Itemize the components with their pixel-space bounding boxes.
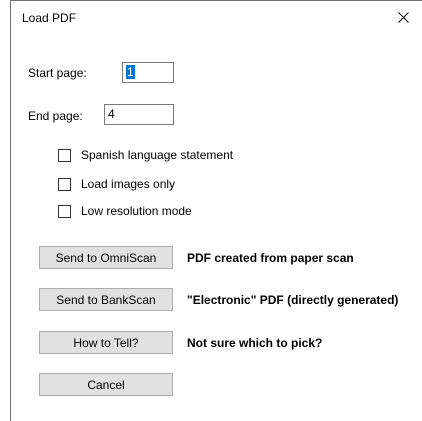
option-spanish-language[interactable]: Spanish language statement — [58, 147, 233, 163]
dialog-title: Load PDF — [22, 11, 77, 25]
start-page-input[interactable]: 1 — [122, 62, 174, 83]
how-to-tell-button[interactable]: How to Tell? — [39, 331, 173, 354]
omniscan-description: PDF created from paper scan — [187, 251, 354, 265]
close-icon — [397, 11, 409, 23]
spanish-language-checkbox[interactable] — [58, 148, 71, 162]
end-page-label: End page: — [28, 109, 83, 123]
start-page-value: 1 — [126, 65, 135, 79]
start-page-label: Start page: — [28, 66, 87, 80]
load-pdf-dialog: Load PDF Start page: 1 End page: 4 Spani… — [10, 0, 422, 421]
option-low-resolution[interactable]: Low resolution mode — [58, 203, 192, 219]
load-images-only-checkbox[interactable] — [58, 177, 71, 191]
load-images-only-label: Load images only — [81, 177, 176, 191]
end-page-value: 4 — [108, 107, 115, 121]
title-bar: Load PDF — [11, 0, 422, 36]
how-to-tell-description: Not sure which to pick? — [187, 336, 323, 350]
low-resolution-checkbox[interactable] — [58, 204, 71, 218]
spanish-language-label: Spanish language statement — [81, 148, 234, 162]
send-to-bankscan-button[interactable]: Send to BankScan — [39, 288, 173, 311]
end-page-input[interactable]: 4 — [104, 104, 174, 125]
send-to-omniscan-button[interactable]: Send to OmniScan — [39, 246, 173, 269]
option-load-images-only[interactable]: Load images only — [58, 176, 175, 192]
low-resolution-label: Low resolution mode — [81, 204, 192, 218]
close-button[interactable] — [383, 1, 422, 33]
cancel-button[interactable]: Cancel — [39, 373, 173, 396]
bankscan-description: "Electronic" PDF (directly generated) — [187, 293, 399, 307]
